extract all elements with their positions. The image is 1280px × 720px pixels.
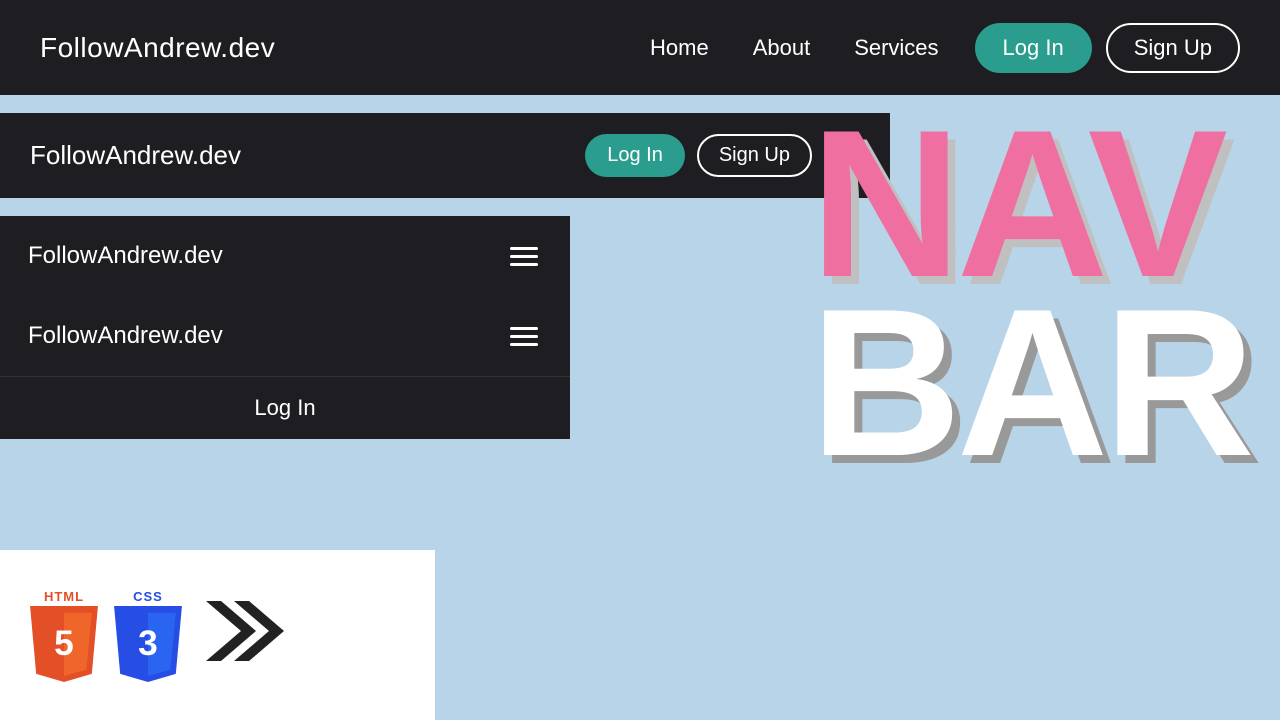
html5-badge: HTML 5: [30, 589, 98, 682]
signup-button-partial[interactable]: Sign Up: [697, 134, 812, 177]
nav-link-about[interactable]: About: [735, 27, 829, 69]
brand-small-2: FollowAndrew.dev: [28, 322, 223, 350]
html5-shield-icon: 5: [30, 606, 98, 682]
hamburger-s1-line3: [510, 263, 538, 266]
css-label: CSS: [133, 589, 163, 604]
nav-link-home[interactable]: Home: [632, 27, 727, 69]
brand-small-1: FollowAndrew.dev: [28, 242, 223, 270]
css3-badge: CSS 3: [114, 589, 182, 682]
navbar-small-1: FollowAndrew.dev: [0, 216, 570, 296]
hamburger-small-1[interactable]: [506, 243, 542, 270]
signup-button-full[interactable]: Sign Up: [1106, 23, 1240, 73]
login-button-full[interactable]: Log In: [975, 23, 1092, 73]
hamburger-s2-line1: [510, 327, 538, 330]
html-label: HTML: [44, 589, 84, 604]
brand-partial: FollowAndrew.dev: [30, 140, 241, 171]
hamburger-s2-line3: [510, 343, 538, 346]
nav-bar-text: NAV BAR: [810, 115, 1250, 472]
nav-link-services[interactable]: Services: [836, 27, 956, 69]
menu-item-login[interactable]: Log In: [0, 376, 570, 439]
svg-text:3: 3: [138, 623, 158, 662]
svg-text:5: 5: [54, 623, 74, 662]
css3-shield-icon: 3: [114, 606, 182, 682]
arrow-icon: [206, 596, 286, 675]
nav-links: Home About Services Log In Sign Up: [632, 23, 1240, 73]
big-text-bar: BAR: [810, 294, 1250, 473]
double-arrow-svg: [206, 596, 286, 666]
brand-full: FollowAndrew.dev: [40, 32, 275, 64]
login-button-partial[interactable]: Log In: [585, 134, 685, 177]
navbar-partial: FollowAndrew.dev Log In Sign Up: [0, 113, 890, 198]
navbar-small-container: FollowAndrew.dev FollowAndrew.dev Log In: [0, 216, 570, 439]
hamburger-s1-line2: [510, 255, 538, 258]
icons-area: HTML 5 CSS 3: [0, 550, 435, 720]
navbar-small-expanded: FollowAndrew.dev Log In: [0, 296, 570, 439]
hamburger-small-2[interactable]: [506, 323, 542, 350]
navbar-full: FollowAndrew.dev Home About Services Log…: [0, 0, 1280, 95]
hamburger-s2-line2: [510, 335, 538, 338]
hamburger-s1-line1: [510, 247, 538, 250]
navbar-small-2-toprow: FollowAndrew.dev: [0, 296, 570, 376]
